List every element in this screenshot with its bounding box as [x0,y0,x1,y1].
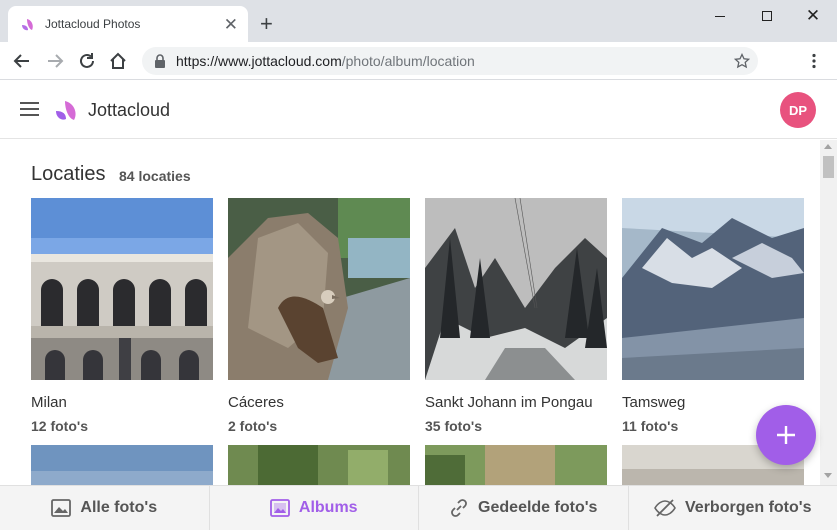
nav-hidden-photos[interactable]: Verborgen foto's [629,486,837,530]
app-header: Jottacloud DP [0,81,837,139]
maximize-button[interactable] [747,6,787,26]
location-thumbnail[interactable] [622,198,804,380]
browser-tabbar: Jottacloud Photos ✕ + ✕ [0,0,837,42]
minimize-button[interactable] [700,6,740,26]
location-thumbnail[interactable] [425,445,607,485]
forward-arrow-icon[interactable] [45,51,65,71]
browser-menu-icon[interactable] [806,53,822,69]
eye-off-icon [654,499,676,517]
location-thumbnail[interactable] [228,198,410,380]
brand-name[interactable]: Jottacloud [88,100,170,121]
url-text: https://www.jottacloud.com/photo/album/l… [176,53,475,69]
location-name[interactable]: Sankt Johann im Pongau [425,394,593,411]
location-card-milan[interactable]: Milan 12 foto's [31,198,213,434]
location-card-tamsweg[interactable]: Tamsweg 11 foto's [622,198,804,434]
nav-shared-photos[interactable]: Gedeelde foto's [419,486,629,530]
location-thumbnail[interactable] [228,445,410,485]
location-name[interactable]: Milan [31,394,67,411]
location-thumbnail[interactable] [31,198,213,380]
location-photo-count: 12 foto's [31,418,89,434]
location-count: 84 locaties [119,168,191,184]
nav-label: Alle foto's [80,499,158,516]
nav-label: Verborgen foto's [685,499,812,516]
lock-icon [155,54,165,68]
user-avatar[interactable]: DP [780,92,816,128]
hamburger-menu-icon[interactable] [20,102,39,116]
nav-label: Albums [298,499,358,516]
tab-title: Jottacloud Photos [45,17,141,31]
scroll-up-arrow-icon[interactable] [824,144,832,149]
scroll-down-arrow-icon[interactable] [824,473,832,478]
close-window-button[interactable]: ✕ [793,6,833,26]
nav-all-photos[interactable]: Alle foto's [0,486,210,530]
nav-label: Gedeelde foto's [478,499,598,516]
location-photo-count: 35 foto's [425,418,483,434]
plus-icon [777,426,795,444]
home-icon[interactable] [108,51,128,71]
content-scrollbar[interactable] [820,140,837,485]
new-tab-button[interactable]: + [260,13,273,35]
scrollbar-thumb[interactable] [823,156,834,178]
page-title: Locaties [31,163,106,185]
bookmark-star-icon[interactable] [734,53,750,69]
location-card-caceres[interactable]: Cáceres 2 foto's [228,198,410,434]
back-arrow-icon[interactable] [12,51,32,71]
nav-albums[interactable]: Albums [210,486,419,530]
location-name[interactable]: Cáceres [228,394,284,411]
address-bar[interactable]: https://www.jottacloud.com/photo/album/l… [142,47,758,75]
browser-tab[interactable]: Jottacloud Photos ✕ [8,6,248,42]
bottom-navigation: Alle foto's Albums Gedeelde foto's Verbo… [0,485,837,530]
jottacloud-favicon-icon [22,19,33,31]
location-thumbnail[interactable] [425,198,607,380]
albums-icon [270,499,290,517]
jottacloud-logo-icon[interactable] [55,98,79,122]
reload-icon[interactable] [77,51,97,71]
location-thumbnail[interactable] [31,445,213,485]
location-photo-count: 2 foto's [228,418,278,434]
location-name[interactable]: Tamsweg [622,394,685,411]
image-icon [51,499,72,517]
main-content: Locaties 84 locaties Milan 12 foto's Các… [0,140,820,485]
browser-toolbar: https://www.jottacloud.com/photo/album/l… [0,42,837,80]
link-icon [451,499,467,517]
close-tab-icon[interactable]: ✕ [224,16,238,33]
location-card-sankt-johann[interactable]: Sankt Johann im Pongau 35 foto's [425,198,607,434]
add-button[interactable] [756,405,816,465]
location-photo-count: 11 foto's [622,418,679,434]
